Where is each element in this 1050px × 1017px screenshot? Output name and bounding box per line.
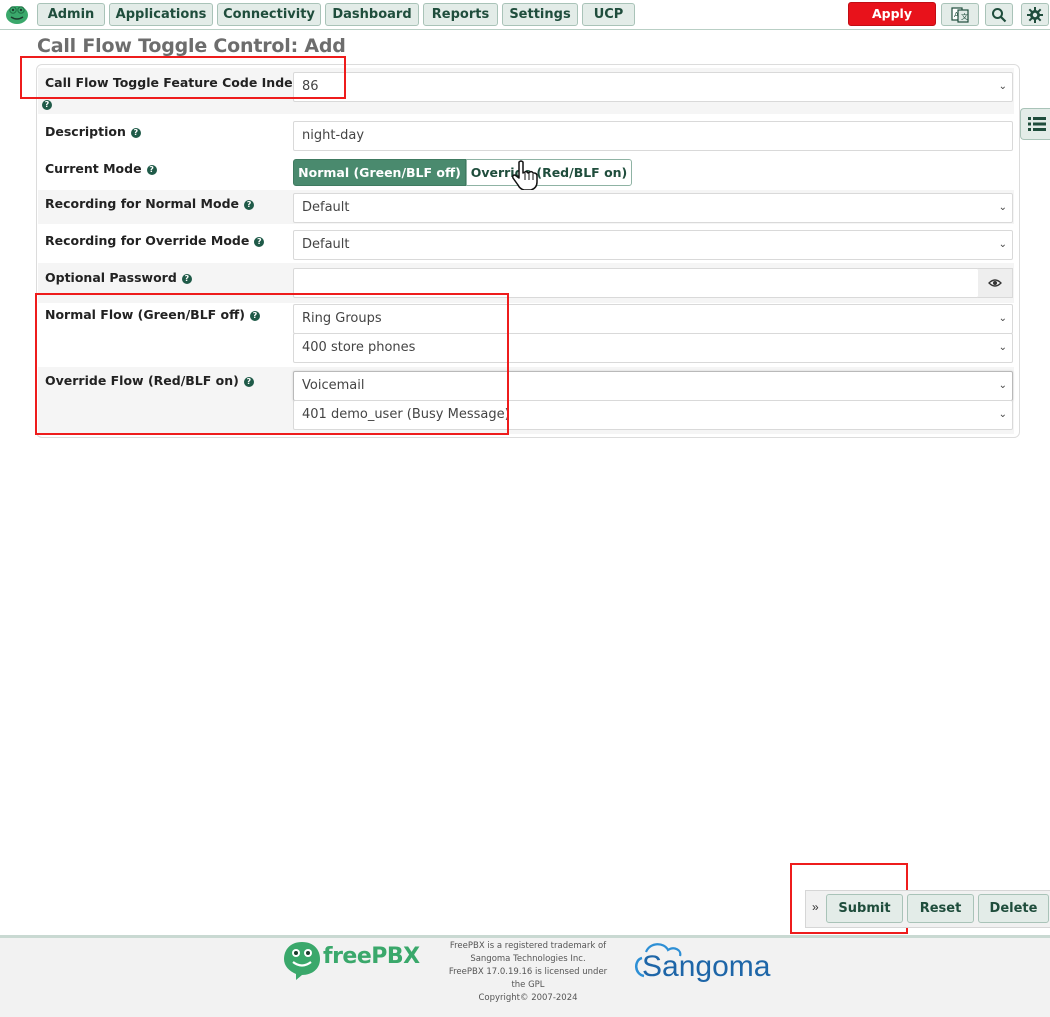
mode-normal-button[interactable]: Normal (Green/BLF off): [293, 159, 466, 186]
recording-override-label-text: Recording for Override Mode: [45, 233, 250, 248]
help-icon[interactable]: ?: [244, 200, 255, 210]
translate-icon: A 文: [951, 6, 969, 23]
top-nav: Admin Applications Connectivity Dashboar…: [0, 0, 1050, 43]
help-icon[interactable]: ?: [42, 100, 52, 110]
page-title: Call Flow Toggle Control: Add: [37, 35, 346, 57]
recording-override-select[interactable]: Default ⌄: [293, 230, 1013, 260]
svg-text:文: 文: [961, 12, 968, 21]
eye-icon: [988, 279, 1002, 287]
legal-line: FreePBX 17.0.19.16 is licensed under: [448, 967, 608, 977]
mode-override-button[interactable]: Override (Red/BLF on): [466, 159, 632, 186]
recording-override-value: Default: [302, 237, 350, 252]
hand-cursor-icon: [512, 160, 538, 191]
help-icon[interactable]: ?: [181, 274, 192, 284]
annotation-box: [35, 293, 509, 435]
nav-applications[interactable]: Applications: [109, 3, 213, 26]
chevron-down-icon: ⌄: [998, 409, 1007, 420]
password-label-text: Optional Password: [45, 270, 177, 285]
recording-override-label: Recording for Override Mode?: [45, 233, 265, 248]
translate-button[interactable]: A 文: [941, 3, 979, 26]
nav-admin[interactable]: Admin: [37, 3, 105, 26]
help-icon[interactable]: ?: [254, 237, 265, 247]
svg-text:A: A: [954, 11, 959, 19]
current-mode-label-text: Current Mode: [45, 161, 142, 176]
sangoma-logo: Sangoma: [635, 943, 771, 983]
nav-ucp[interactable]: UCP: [582, 3, 635, 26]
nav-settings[interactable]: Settings: [502, 3, 578, 26]
chevron-down-icon: ⌄: [998, 380, 1007, 391]
side-list-toggle[interactable]: [1020, 108, 1050, 140]
help-icon[interactable]: ?: [130, 128, 141, 138]
recording-normal-label-text: Recording for Normal Mode: [45, 196, 240, 211]
chevron-down-icon: ⌄: [998, 239, 1007, 250]
description-label: Description?: [45, 124, 141, 139]
chevron-down-icon: ⌄: [998, 342, 1007, 353]
sangoma-wordmark: Sangoma: [642, 950, 771, 983]
current-mode-label: Current Mode?: [45, 161, 157, 176]
recording-normal-select[interactable]: Default ⌄: [293, 193, 1013, 223]
nav-dashboard[interactable]: Dashboard: [325, 3, 419, 26]
search-icon: [992, 7, 1007, 22]
password-label: Optional Password?: [45, 270, 192, 285]
legal-text: FreePBX is a registered trademark of San…: [448, 940, 608, 1005]
nav-reports[interactable]: Reports: [423, 3, 498, 26]
legal-line: FreePBX is a registered trademark of: [449, 941, 607, 951]
show-password-button[interactable]: [978, 268, 1013, 298]
recording-normal-value: Default: [302, 200, 350, 215]
legal-line: Sangoma Technologies Inc.: [470, 954, 586, 964]
search-button[interactable]: [985, 3, 1013, 26]
freepbx-logo-icon[interactable]: [5, 3, 29, 25]
annotation-box: [20, 56, 346, 99]
legal-line: Copyright© 2007-2024: [478, 993, 578, 1003]
chevron-down-icon: ⌄: [998, 81, 1007, 92]
apply-config-button[interactable]: Apply Config: [848, 2, 936, 43]
chevron-down-icon: ⌄: [998, 313, 1007, 324]
list-icon: [1027, 117, 1046, 131]
description-label-text: Description: [45, 124, 126, 139]
settings-button[interactable]: [1021, 3, 1049, 26]
expand-action-bar-icon[interactable]: »: [812, 900, 819, 914]
legal-line: the GPL: [511, 980, 545, 990]
submit-button[interactable]: Submit: [826, 894, 903, 923]
nav-connectivity[interactable]: Connectivity: [217, 3, 321, 26]
chevron-down-icon: ⌄: [998, 202, 1007, 213]
freepbx-wordmark: freePBX: [323, 944, 420, 969]
gear-icon: [1027, 6, 1043, 23]
reset-button[interactable]: Reset: [907, 894, 974, 923]
help-icon[interactable]: ?: [146, 165, 157, 175]
feature-code-select[interactable]: 86 ⌄: [293, 72, 1013, 102]
delete-button[interactable]: Delete: [978, 894, 1049, 923]
freepbx-mascot-icon: [284, 942, 320, 980]
recording-normal-label: Recording for Normal Mode?: [45, 196, 255, 211]
description-input[interactable]: night-day: [293, 121, 1013, 151]
description-value: night-day: [302, 128, 365, 143]
